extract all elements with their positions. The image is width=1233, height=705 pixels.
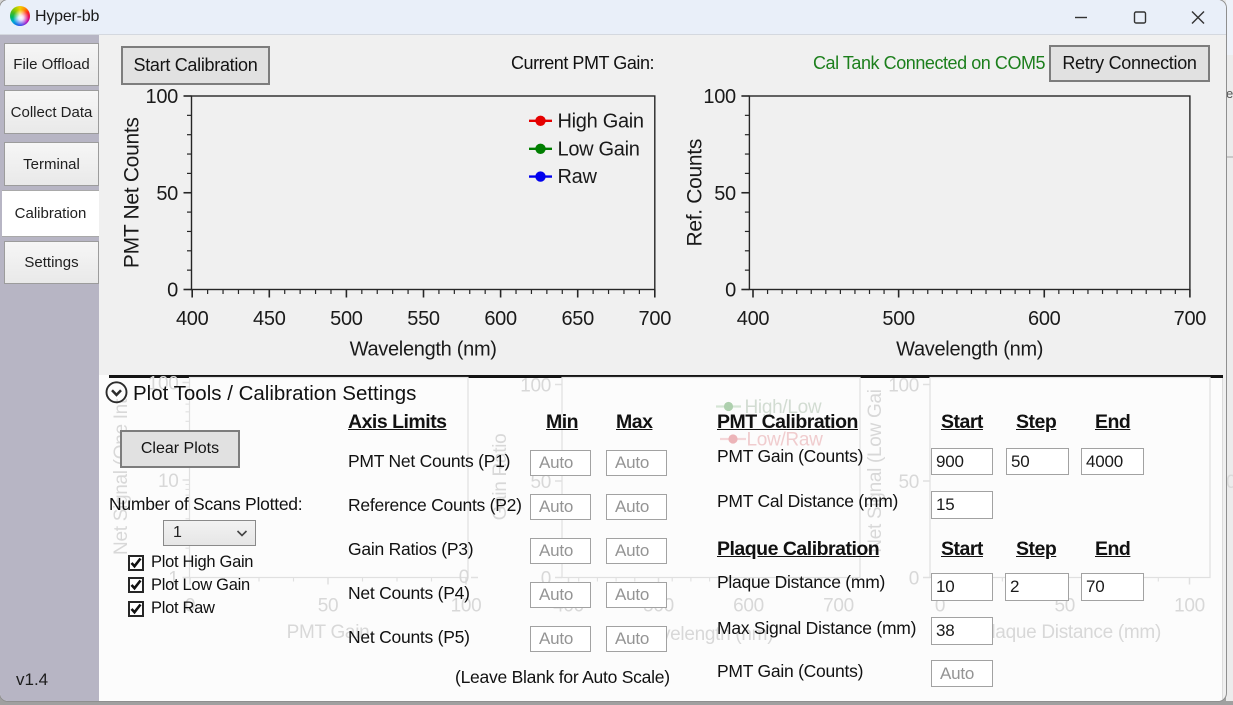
svg-text:100: 100 (888, 376, 919, 397)
svg-text:Net Signal (Low Gai: Net Signal (Low Gai (865, 389, 886, 552)
svg-text:100: 100 (146, 86, 179, 108)
svg-text:600: 600 (733, 596, 764, 617)
svg-text:Ref. Counts: Ref. Counts (684, 139, 707, 247)
svg-text:Raw: Raw (558, 166, 598, 188)
svg-text:400: 400 (176, 308, 209, 330)
svg-text:650: 650 (561, 308, 594, 330)
svg-text:Low Gain: Low Gain (558, 138, 640, 160)
svg-text:Net Signal (One Int: Net Signal (One Int (111, 398, 132, 555)
svg-text:50: 50 (318, 596, 339, 617)
svg-text:High Gain: High Gain (558, 110, 644, 132)
svg-text:700: 700 (1174, 308, 1207, 330)
svg-text:400: 400 (737, 308, 770, 330)
svg-text:Wavelength (nm): Wavelength (nm) (896, 339, 1043, 361)
svg-text:550: 550 (407, 308, 440, 330)
svg-text:0: 0 (167, 280, 178, 302)
svg-text:600: 600 (1028, 308, 1061, 330)
svg-text:0: 0 (725, 280, 736, 302)
svg-text:Wavelength (nm): Wavelength (nm) (350, 339, 497, 361)
svg-text:450: 450 (253, 308, 286, 330)
svg-text:600: 600 (484, 308, 517, 330)
svg-text:100: 100 (1174, 596, 1205, 617)
svg-text:PMT Net Counts: PMT Net Counts (121, 117, 144, 268)
svg-text:100: 100 (520, 376, 551, 397)
svg-text:100: 100 (703, 86, 736, 108)
svg-text:10: 10 (158, 471, 179, 492)
svg-text:700: 700 (823, 596, 854, 617)
svg-text:0: 0 (909, 569, 919, 590)
svg-text:500: 500 (882, 308, 915, 330)
svg-text:50: 50 (156, 183, 178, 205)
svg-text:Plaque Distance (mm): Plaque Distance (mm) (979, 622, 1161, 643)
svg-text:50: 50 (898, 472, 919, 493)
svg-text:500: 500 (330, 308, 363, 330)
svg-text:50: 50 (714, 183, 736, 205)
svg-text:700: 700 (639, 308, 672, 330)
